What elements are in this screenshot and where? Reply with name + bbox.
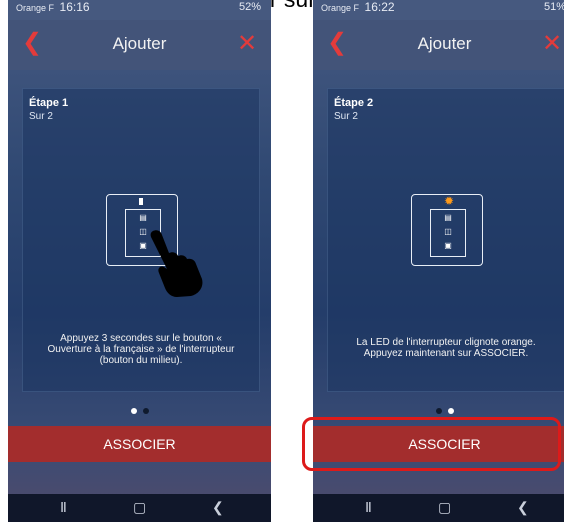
instruction-card: Étape 2 Sur 2 ✹ ▤ ◫ ▣ La LED de l'interr… xyxy=(327,88,564,392)
highlight-box xyxy=(302,417,561,471)
instruction-text: La LED de l'interrupteur clignote orange… xyxy=(356,337,536,359)
switch-icon: ✹ ▤ ◫ ▣ xyxy=(411,194,483,266)
recents-icon[interactable]: Ⅱ xyxy=(60,499,67,516)
app-header: ❮ Ajouter ✕ xyxy=(8,20,271,70)
battery-level: 51% xyxy=(543,1,564,13)
hand-pointer-icon xyxy=(150,230,203,297)
step-title: Étape 2 xyxy=(334,97,374,109)
associer-button[interactable]: ASSOCIER xyxy=(8,426,271,462)
page-dot-2[interactable] xyxy=(447,408,454,414)
page-dot-2[interactable] xyxy=(142,408,149,414)
back-nav-icon[interactable]: ❮ xyxy=(517,499,529,516)
step-count: Sur 2 xyxy=(29,111,53,122)
operator-label: Orange F xyxy=(321,3,360,13)
led-star-icon: ✹ xyxy=(444,194,455,208)
page-dot-1[interactable] xyxy=(435,408,442,414)
close-icon[interactable]: ✕ xyxy=(540,32,564,56)
status-time: 16:16 xyxy=(59,0,90,14)
battery-level: 52% xyxy=(238,1,261,13)
operator-label: Orange F xyxy=(16,3,55,13)
android-nav-bar: Ⅱ ▢ ❮ xyxy=(313,494,564,522)
app-header: ❮ Ajouter ✕ xyxy=(313,20,564,70)
android-nav-bar: Ⅱ ▢ ❮ xyxy=(8,494,271,522)
status-bar: Orange F 16:22 51% xyxy=(313,0,564,20)
page-title: Ajouter xyxy=(417,34,472,53)
instruction-text: Appuyez 3 secondes sur le bouton « Ouver… xyxy=(47,333,235,366)
back-nav-icon[interactable]: ❮ xyxy=(212,499,224,516)
status-time: 16:22 xyxy=(364,0,395,14)
phone-screen-step-1: Orange F 16:16 52% ❮ Ajouter ✕ Étape 1 S… xyxy=(8,0,271,522)
step-title: Étape 1 xyxy=(29,97,69,109)
page-dot-1[interactable] xyxy=(130,408,137,414)
home-icon[interactable]: ▢ xyxy=(438,499,451,516)
step-count: Sur 2 xyxy=(334,111,358,122)
page-title: Ajouter xyxy=(112,34,167,53)
recents-icon[interactable]: Ⅱ xyxy=(365,499,372,516)
page-indicator xyxy=(8,401,271,419)
instruction-card: Étape 1 Sur 2 ▤ ◫ ▣ Appuyez 3 secondes s… xyxy=(22,88,260,392)
home-icon[interactable]: ▢ xyxy=(133,499,146,516)
status-bar: Orange F 16:16 52% xyxy=(8,0,271,20)
close-icon[interactable]: ✕ xyxy=(235,32,259,56)
